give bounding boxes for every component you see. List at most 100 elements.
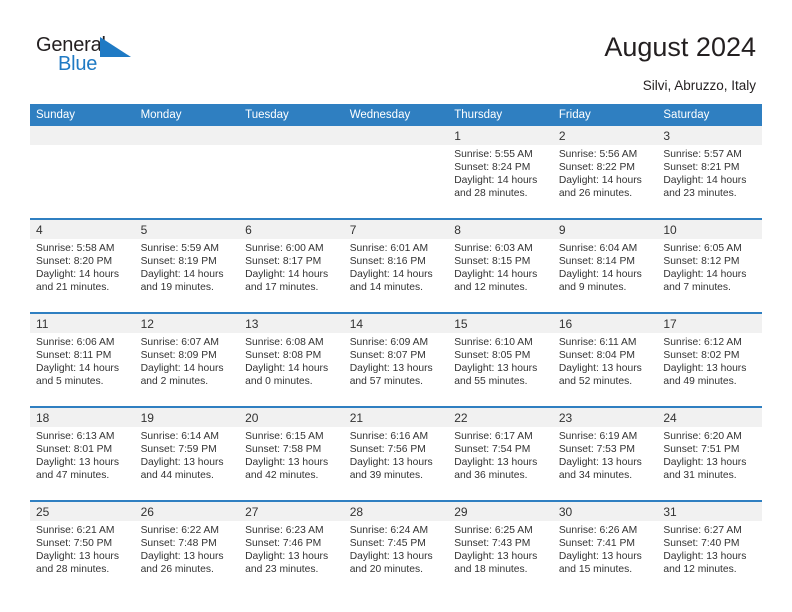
day-cell[interactable]: Sunrise: 5:57 AM Sunset: 8:21 PM Dayligh… [657,145,762,219]
day-number[interactable] [343,126,449,145]
sunset-text: Sunset: 7:51 PM [663,444,740,456]
day-cell[interactable]: Sunrise: 6:20 AM Sunset: 7:51 PM Dayligh… [657,427,762,501]
day-number[interactable]: 18 [30,406,135,427]
day-cell[interactable]: Sunrise: 6:08 AM Sunset: 8:08 PM Dayligh… [239,333,344,407]
day-number[interactable]: 16 [552,312,658,333]
day-cell[interactable]: Sunrise: 6:19 AM Sunset: 7:53 PM Dayligh… [552,427,658,501]
day-number[interactable]: 12 [134,312,240,333]
sunset-text: Sunset: 8:02 PM [663,350,740,362]
daylight-text-line1: Daylight: 13 hours [36,551,119,563]
day-cell[interactable]: Sunrise: 6:00 AM Sunset: 8:17 PM Dayligh… [239,239,344,313]
day-number[interactable]: 20 [239,406,344,427]
sunrise-text: Sunrise: 6:03 AM [454,243,533,254]
day-cell[interactable]: Sunrise: 6:14 AM Sunset: 7:59 PM Dayligh… [134,427,240,501]
day-number[interactable]: 22 [448,406,553,427]
sunset-text: Sunset: 8:22 PM [558,162,635,174]
day-number[interactable]: 17 [657,312,762,333]
day-cell[interactable]: Sunrise: 6:24 AM Sunset: 7:45 PM Dayligh… [343,521,449,594]
day-cell[interactable]: Sunrise: 5:55 AM Sunset: 8:24 PM Dayligh… [448,145,553,219]
day-number[interactable]: 21 [343,406,449,427]
daylight-text-line1: Daylight: 13 hours [245,551,329,563]
day-cell[interactable]: Sunrise: 5:56 AM Sunset: 8:22 PM Dayligh… [552,145,658,219]
sunrise-text: Sunrise: 6:27 AM [663,525,742,536]
day-cell[interactable]: Sunrise: 6:07 AM Sunset: 8:09 PM Dayligh… [134,333,240,407]
day-cell[interactable]: Sunrise: 6:21 AM Sunset: 7:50 PM Dayligh… [30,521,135,594]
day-number[interactable]: 14 [343,312,449,333]
sunrise-text: Sunrise: 6:12 AM [663,337,742,348]
day-cell[interactable]: Sunrise: 6:27 AM Sunset: 7:40 PM Dayligh… [657,521,762,594]
brand-logo[interactable]: General Blue [36,34,156,82]
sunset-text: Sunset: 7:54 PM [454,444,531,456]
weekday-header-monday: Monday [134,104,240,126]
day-number[interactable]: 13 [239,312,344,333]
day-cell[interactable] [239,145,344,219]
day-number[interactable]: 1 [448,126,553,145]
day-number[interactable]: 3 [657,126,762,145]
day-cell[interactable]: Sunrise: 6:03 AM Sunset: 8:15 PM Dayligh… [448,239,553,313]
day-number[interactable]: 27 [239,500,344,521]
day-number[interactable]: 9 [552,218,658,239]
calendar-week-row: 18 19 20 21 22 23 24 Sunrise: 6:13 AM Su… [30,406,762,501]
day-cell[interactable]: Sunrise: 6:11 AM Sunset: 8:04 PM Dayligh… [552,333,658,407]
day-number[interactable]: 6 [239,218,344,239]
sunset-text: Sunset: 8:15 PM [454,256,531,268]
day-cell[interactable]: Sunrise: 6:12 AM Sunset: 8:02 PM Dayligh… [657,333,762,407]
daylight-text-line1: Daylight: 14 hours [349,269,433,281]
day-number[interactable]: 26 [134,500,240,521]
day-number[interactable]: 11 [30,312,135,333]
day-number[interactable]: 10 [657,218,762,239]
day-cell[interactable] [30,145,135,219]
day-cell[interactable]: Sunrise: 6:01 AM Sunset: 8:16 PM Dayligh… [343,239,449,313]
day-number[interactable]: 4 [30,218,135,239]
day-number[interactable]: 2 [552,126,658,145]
day-cell[interactable] [134,145,240,219]
daylight-text-line2: and 21 minutes. [36,282,110,294]
day-cell[interactable]: Sunrise: 6:04 AM Sunset: 8:14 PM Dayligh… [552,239,658,313]
day-cell[interactable]: Sunrise: 6:16 AM Sunset: 7:56 PM Dayligh… [343,427,449,501]
day-number[interactable]: 30 [552,500,658,521]
day-cell[interactable] [343,145,449,219]
sunset-text: Sunset: 8:16 PM [349,256,426,268]
page-subtitle: Silvi, Abruzzo, Italy [642,78,756,93]
day-cell[interactable]: Sunrise: 6:22 AM Sunset: 7:48 PM Dayligh… [134,521,240,594]
day-cell[interactable]: Sunrise: 6:15 AM Sunset: 7:58 PM Dayligh… [239,427,344,501]
daylight-text-line2: and 36 minutes. [454,470,528,482]
daylight-text-line2: and 52 minutes. [558,376,633,388]
day-number[interactable]: 8 [448,218,553,239]
day-cell[interactable]: Sunrise: 6:05 AM Sunset: 8:12 PM Dayligh… [657,239,762,313]
day-cell[interactable]: Sunrise: 6:17 AM Sunset: 7:54 PM Dayligh… [448,427,553,501]
day-cell[interactable]: Sunrise: 6:10 AM Sunset: 8:05 PM Dayligh… [448,333,553,407]
triangle-flag-icon [100,37,132,57]
sunset-text: Sunset: 7:50 PM [36,538,113,550]
day-number[interactable]: 28 [343,500,449,521]
day-number[interactable]: 23 [552,406,658,427]
day-cell[interactable]: Sunrise: 6:09 AM Sunset: 8:07 PM Dayligh… [343,333,449,407]
day-cell[interactable]: Sunrise: 6:26 AM Sunset: 7:41 PM Dayligh… [552,521,658,594]
day-number[interactable]: 15 [448,312,553,333]
day-cell[interactable]: Sunrise: 6:06 AM Sunset: 8:11 PM Dayligh… [30,333,135,407]
day-number[interactable]: 24 [657,406,762,427]
daylight-text-line1: Daylight: 14 hours [245,363,329,375]
day-cell[interactable]: Sunrise: 5:58 AM Sunset: 8:20 PM Dayligh… [30,239,135,313]
sunrise-text: Sunrise: 6:05 AM [663,243,742,254]
day-number[interactable]: 7 [343,218,449,239]
week-daynumbers: 18 19 20 21 22 23 24 [30,406,762,427]
sunrise-text: Sunrise: 6:13 AM [36,431,115,442]
day-number[interactable] [134,126,240,145]
day-number[interactable] [239,126,344,145]
calendar-table: Sunday Monday Tuesday Wednesday Thursday… [30,104,762,594]
daylight-text-line1: Daylight: 13 hours [36,457,119,469]
day-number[interactable]: 19 [134,406,240,427]
day-number[interactable] [30,126,135,145]
sunset-text: Sunset: 8:01 PM [36,444,113,456]
day-number[interactable]: 31 [657,500,762,521]
day-cell[interactable]: Sunrise: 6:23 AM Sunset: 7:46 PM Dayligh… [239,521,344,594]
day-number[interactable]: 25 [30,500,135,521]
week-daynumbers: 1 2 3 [30,126,762,145]
day-number[interactable]: 29 [448,500,553,521]
day-cell[interactable]: Sunrise: 6:25 AM Sunset: 7:43 PM Dayligh… [448,521,553,594]
day-cell[interactable]: Sunrise: 6:13 AM Sunset: 8:01 PM Dayligh… [30,427,135,501]
sunset-text: Sunset: 8:20 PM [36,256,113,268]
day-number[interactable]: 5 [134,218,240,239]
day-cell[interactable]: Sunrise: 5:59 AM Sunset: 8:19 PM Dayligh… [134,239,240,313]
